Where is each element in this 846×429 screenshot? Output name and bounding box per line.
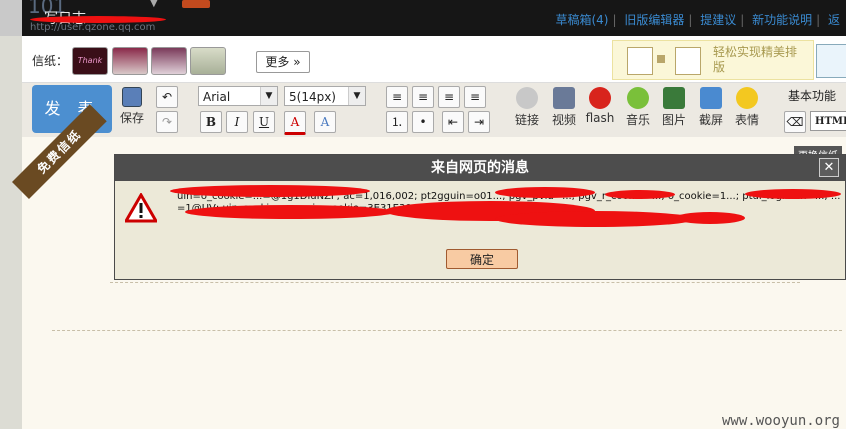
emoji-button[interactable]: 表情 [732, 87, 762, 128]
document-icon [627, 47, 653, 75]
screenshot-icon [700, 87, 722, 109]
font-family-select[interactable]: Arial ▼ [198, 86, 278, 106]
alert-dialog: 来自网页的消息 ✕ uin=o_cookie=...=@1g1DluNZF; a… [114, 154, 846, 280]
new-feature-icon[interactable] [816, 44, 846, 78]
redaction-mark [185, 205, 395, 219]
picture-button[interactable]: 图片 [659, 87, 689, 128]
align-right-icon[interactable]: ≡ [438, 86, 460, 108]
editor-toolbar: 发 表 保存 ↶ ↷ Arial ▼ 5(14px) ▼ B I U A A ≡ ≡… [22, 82, 846, 137]
flash-icon [589, 87, 611, 109]
stationery-row: 信纸： Thank You 更多 » 轻松实现精美排版 [22, 36, 846, 91]
redaction-mark [605, 190, 675, 199]
redaction-mark [675, 212, 745, 224]
indent-icon[interactable]: ⇥ [468, 111, 490, 133]
new-features-link[interactable]: 新功能说明 [752, 13, 812, 27]
notification-badge[interactable] [182, 0, 210, 8]
redo-icon[interactable]: ↷ [156, 111, 178, 133]
save-icon [122, 87, 142, 107]
drafts-link[interactable]: 草稿箱(4) [555, 13, 608, 27]
link-icon [516, 87, 538, 109]
justify-icon[interactable]: ≡ [464, 86, 486, 108]
divider [52, 330, 842, 331]
underline-button[interactable]: U [253, 111, 275, 133]
arrow-icon [657, 55, 665, 63]
music-button[interactable]: 音乐 [623, 87, 653, 128]
old-editor-link[interactable]: 旧版编辑器 [624, 13, 684, 27]
redaction-mark [495, 187, 595, 198]
more-button[interactable]: 更多 » [256, 51, 310, 73]
align-center-icon[interactable]: ≡ [412, 86, 434, 108]
emoji-icon [736, 87, 758, 109]
top-links: 草稿箱(4) | 旧版编辑器 | 提建议 | 新功能说明 | 返 [555, 13, 840, 27]
warning-icon [125, 193, 157, 223]
dialog-title: 来自网页的消息 [115, 155, 845, 181]
chevron-down-icon: ▼ [260, 87, 277, 105]
save-button[interactable]: 保存 [118, 87, 146, 126]
back-link[interactable]: 返 [828, 13, 840, 27]
stationery-thumb-thankyou[interactable]: Thank You [72, 47, 108, 91]
ok-button[interactable]: 确定 [446, 249, 518, 269]
flash-button[interactable]: flash [585, 87, 615, 125]
font-bg-button[interactable]: A [314, 111, 336, 133]
font-size-select[interactable]: 5(14px) ▼ [284, 86, 366, 106]
watermark: www.wooyun.org [721, 413, 840, 429]
promo-text: 轻松实现精美排版 [713, 45, 798, 74]
font-color-button[interactable]: A [284, 111, 306, 135]
feedback-link[interactable]: 提建议 [700, 13, 736, 27]
divider [110, 282, 800, 283]
bold-button[interactable]: B [200, 111, 222, 133]
blog-url: http://user.qzone.qq.com [30, 22, 156, 33]
redaction-mark [170, 185, 370, 197]
html-mode-button[interactable]: HTML [810, 111, 846, 131]
align-left-icon[interactable]: ≡ [386, 86, 408, 108]
promo-banner[interactable]: 轻松实现精美排版 [612, 40, 814, 80]
undo-icon[interactable]: ↶ [156, 86, 178, 108]
left-edge [0, 0, 22, 36]
redaction-mark [30, 16, 166, 23]
close-icon[interactable]: ✕ [819, 158, 839, 177]
basic-functions-label[interactable]: 基本功能 [788, 87, 836, 104]
stationery-label: 信纸： [32, 54, 69, 68]
picture-icon [663, 87, 685, 109]
redaction-mark [745, 189, 841, 199]
stationery-thumb-2[interactable] [112, 47, 148, 75]
document-icon [675, 47, 701, 75]
outdent-icon[interactable]: ⇤ [442, 111, 464, 133]
eraser-icon[interactable]: ⌫ [784, 111, 806, 133]
stationery-thumb-4[interactable] [190, 47, 226, 75]
unordered-list-icon[interactable]: • [412, 111, 434, 133]
video-button[interactable]: 视频 [549, 87, 579, 128]
ordered-list-icon[interactable]: ⒈ [386, 111, 408, 133]
video-icon [553, 87, 575, 109]
chevron-down-icon[interactable]: ▼ [150, 0, 164, 9]
top-bar: 101 写日志 http://user.qzone.qq.com ▼ 草稿箱(4… [0, 0, 846, 36]
chevron-down-icon: ▼ [348, 87, 365, 105]
stationery-thumb-3[interactable] [151, 47, 187, 75]
link-button[interactable]: 链接 [512, 87, 542, 128]
italic-button[interactable]: I [226, 111, 248, 133]
screenshot-button[interactable]: 截屏 [696, 87, 726, 128]
music-icon [627, 87, 649, 109]
redaction-mark [495, 211, 695, 227]
